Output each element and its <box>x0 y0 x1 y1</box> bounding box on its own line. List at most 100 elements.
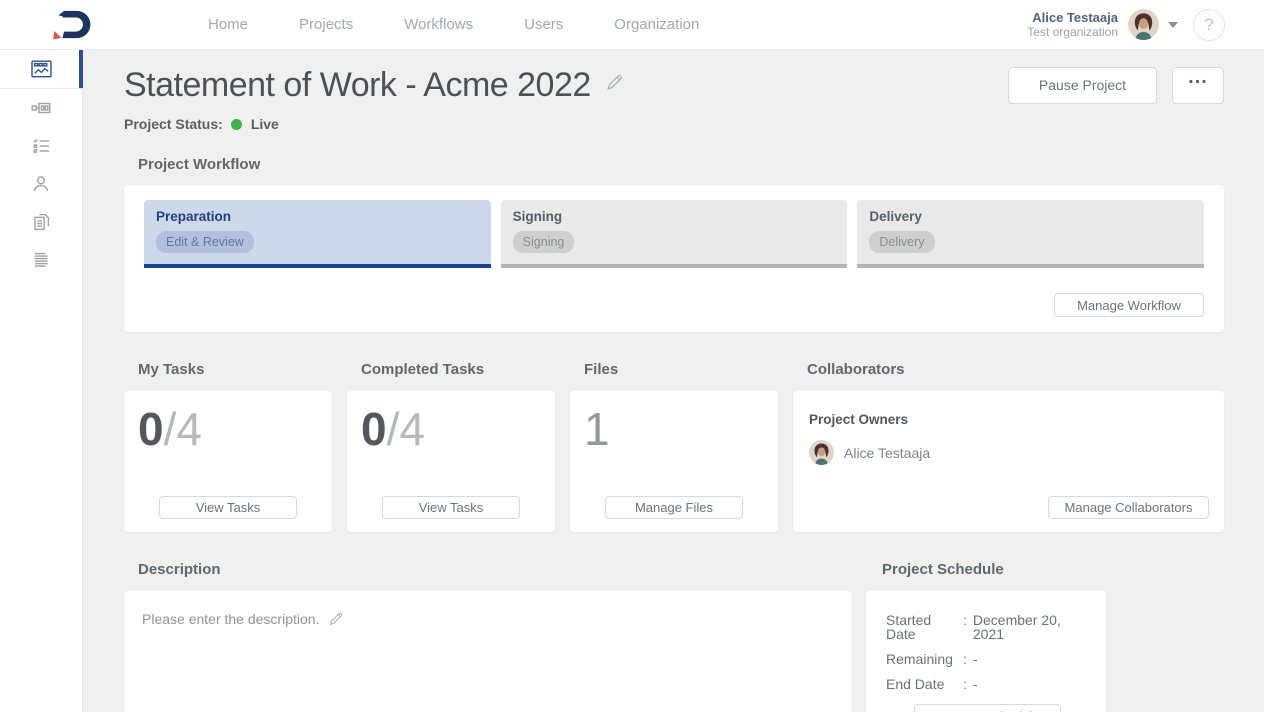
tasks-total: /4 <box>387 403 425 455</box>
logo-red-triangle <box>53 31 61 39</box>
manage-workflow-button[interactable]: Manage Workflow <box>1054 293 1204 317</box>
user-text: Alice Testaaja Test organization <box>1027 10 1118 40</box>
status-dot-icon <box>231 119 242 130</box>
schedule-row-remaining: Remaining : - <box>886 652 1088 666</box>
user-menu: Alice Testaaja Test organization ? <box>1027 9 1225 41</box>
user-icon <box>31 174 51 194</box>
nav-users[interactable]: Users <box>524 16 563 33</box>
app-logo[interactable] <box>50 8 97 42</box>
stage-status-chip: Edit & Review <box>156 231 254 253</box>
schedule-heading: Project Schedule <box>882 561 1106 578</box>
sidebar-item-activity[interactable] <box>0 241 82 279</box>
view-completed-tasks-button[interactable]: View Tasks <box>382 496 520 519</box>
ellipsis-icon: ... <box>1188 65 1208 88</box>
status-label: Project Status: <box>124 116 223 132</box>
sidebar-item-dashboard[interactable] <box>0 50 82 89</box>
schedule-column: Project Schedule Started Date : December… <box>866 561 1106 712</box>
description-card: Please enter the description. <box>124 591 852 712</box>
schedule-label: Remaining <box>886 652 963 666</box>
owner-name: Alice Testaaja <box>844 445 930 461</box>
nav-home[interactable]: Home <box>208 16 248 33</box>
manage-files-button[interactable]: Manage Files <box>605 496 743 519</box>
my-tasks-count: 0/4 <box>138 403 318 455</box>
schedule-colon: : <box>963 613 967 641</box>
user-organization: Test organization <box>1027 25 1118 39</box>
sidebar-item-tasks[interactable] <box>0 127 82 165</box>
stage-title: Preparation <box>156 209 479 224</box>
bottom-row: Description Please enter the description… <box>124 561 1224 712</box>
sidebar-item-workflow[interactable] <box>0 89 82 127</box>
collaborators-column: Collaborators Project Owners Alice Testa… <box>793 361 1224 532</box>
stage-title: Delivery <box>869 209 1192 224</box>
workflow-card: Preparation Edit & Review Signing Signin… <box>124 185 1224 332</box>
stage-status-chip: Delivery <box>869 231 934 253</box>
files-card: 1 Manage Files <box>570 391 778 532</box>
files-icon <box>31 212 51 232</box>
more-actions-button[interactable]: ... <box>1172 67 1224 104</box>
edit-title-icon[interactable] <box>605 73 624 97</box>
page-title: Statement of Work - Acme 2022 <box>124 66 591 104</box>
completed-tasks-column: Completed Tasks 0/4 View Tasks <box>347 361 555 532</box>
owner-row: Alice Testaaja <box>809 440 1208 465</box>
schedule-value: December 20, 2021 <box>973 613 1088 641</box>
title-row: Statement of Work - Acme 2022 Pause Proj… <box>124 66 1224 104</box>
description-column: Description Please enter the description… <box>124 561 852 712</box>
view-my-tasks-button[interactable]: View Tasks <box>159 496 297 519</box>
sidebar-item-files[interactable] <box>0 203 82 241</box>
completed-tasks-count: 0/4 <box>361 403 541 455</box>
schedule-label: Started Date <box>886 613 963 641</box>
main-nav: Home Projects Workflows Users Organizati… <box>208 16 699 33</box>
schedule-card: Started Date : December 20, 2021 Remaini… <box>866 591 1106 712</box>
stage-status-chip: Signing <box>513 231 575 253</box>
stage-preparation[interactable]: Preparation Edit & Review <box>144 200 491 268</box>
owner-avatar <box>809 440 834 465</box>
description-placeholder: Please enter the description. <box>142 611 319 627</box>
files-column: Files 1 Manage Files <box>570 361 778 532</box>
stage-delivery[interactable]: Delivery Delivery <box>857 200 1204 268</box>
top-bar: Home Projects Workflows Users Organizati… <box>0 0 1264 50</box>
stats-row: My Tasks 0/4 View Tasks Completed Tasks … <box>124 361 1224 532</box>
logo-d-shape <box>62 10 90 37</box>
edit-description-icon[interactable] <box>328 611 344 630</box>
tasks-completed: 0 <box>138 403 164 455</box>
stage-signing[interactable]: Signing Signing <box>501 200 848 268</box>
my-tasks-column: My Tasks 0/4 View Tasks <box>124 361 332 532</box>
nav-organization[interactable]: Organization <box>614 16 699 33</box>
status-value: Live <box>251 116 279 132</box>
description-heading: Description <box>138 561 852 578</box>
help-button[interactable]: ? <box>1193 9 1225 41</box>
schedule-colon: : <box>963 677 967 691</box>
pause-project-button[interactable]: Pause Project <box>1008 67 1157 104</box>
schedule-label: End Date <box>886 677 963 691</box>
tasks-completed: 0 <box>361 403 387 455</box>
workflow-heading: Project Workflow <box>138 156 1224 173</box>
chevron-down-icon[interactable] <box>1168 22 1178 28</box>
main-content: Statement of Work - Acme 2022 Pause Proj… <box>83 50 1264 712</box>
sidebar <box>0 50 83 712</box>
nav-workflows[interactable]: Workflows <box>404 16 473 33</box>
nav-projects[interactable]: Projects <box>299 16 353 33</box>
schedule-row-started: Started Date : December 20, 2021 <box>886 613 1088 641</box>
dashboard-icon <box>31 60 52 78</box>
user-avatar[interactable] <box>1128 9 1159 40</box>
user-name: Alice Testaaja <box>1027 10 1118 26</box>
files-heading: Files <box>584 361 778 378</box>
my-tasks-heading: My Tasks <box>138 361 332 378</box>
project-owners-title: Project Owners <box>809 412 1208 427</box>
completed-tasks-heading: Completed Tasks <box>361 361 555 378</box>
schedule-value: - <box>973 677 978 691</box>
completed-tasks-card: 0/4 View Tasks <box>347 391 555 532</box>
tasks-total: /4 <box>164 403 202 455</box>
schedule-row-end-date: End Date : - <box>886 677 1088 691</box>
files-total: 1 <box>584 403 610 455</box>
help-question-icon: ? <box>1204 15 1213 35</box>
manage-schedule-button[interactable]: Manage Schedule <box>914 704 1061 712</box>
workflow-icon <box>31 98 51 118</box>
sidebar-item-users[interactable] <box>0 165 82 203</box>
files-count: 1 <box>584 403 764 455</box>
workflow-stages: Preparation Edit & Review Signing Signin… <box>144 200 1204 268</box>
tasks-icon <box>31 136 51 156</box>
stage-title: Signing <box>513 209 836 224</box>
status-row: Project Status: Live <box>124 116 1224 132</box>
manage-collaborators-button[interactable]: Manage Collaborators <box>1048 496 1209 519</box>
